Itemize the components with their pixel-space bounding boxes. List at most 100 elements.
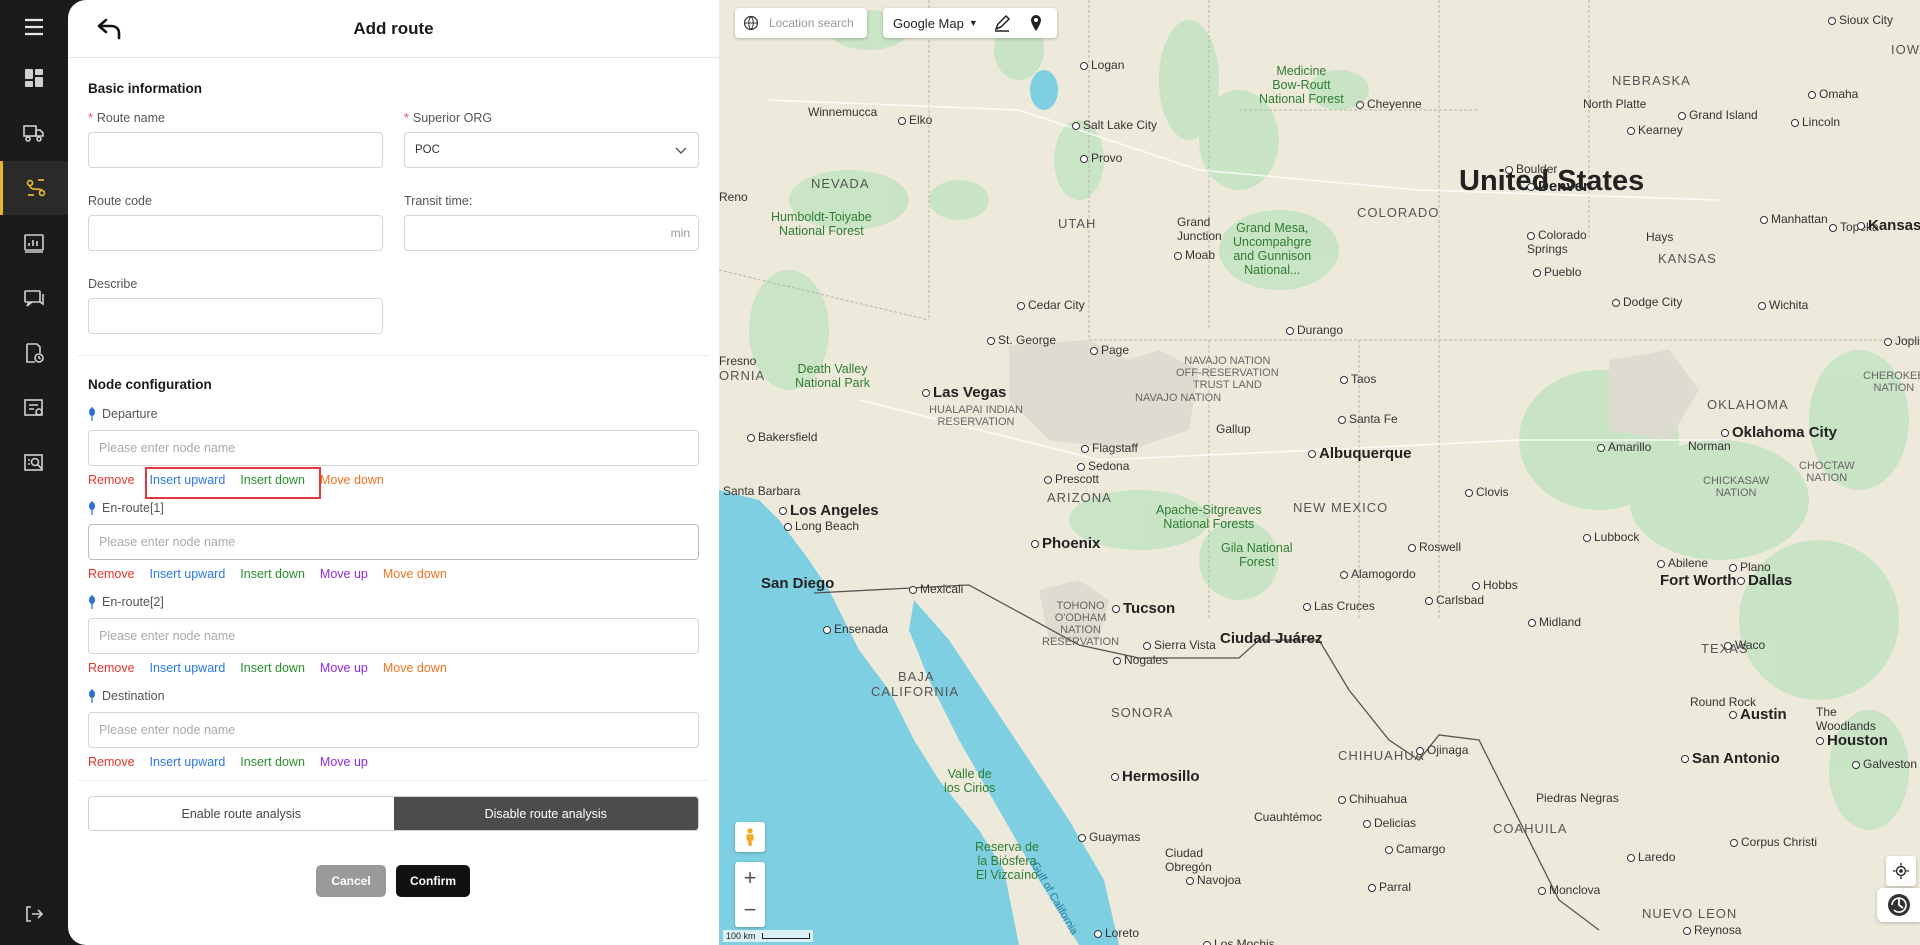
transit-time-input[interactable]: min — [404, 215, 699, 251]
map-label-town: Provo — [1080, 151, 1122, 165]
map-label-region: NAVAJO NATION — [1135, 392, 1222, 404]
map-label-town: Galveston — [1852, 757, 1917, 771]
remove-link[interactable]: Remove — [88, 755, 135, 769]
map-scale-text: 100 km — [726, 931, 756, 941]
node-name-input[interactable]: Please enter node name — [88, 524, 699, 560]
map-pin-icon[interactable] — [1026, 13, 1046, 33]
map-label-city: Tucson — [1112, 600, 1175, 617]
map-type-select[interactable]: Google Map — [893, 16, 964, 31]
map-label-town: Long Beach — [784, 519, 859, 533]
node-name-placeholder: Please enter node name — [99, 535, 236, 549]
map-label-town: Grand Island — [1678, 108, 1758, 122]
map-label-state: NEVADA — [811, 176, 870, 191]
map-label-town: Plano — [1729, 560, 1771, 574]
map-label-town: Taos — [1340, 372, 1376, 386]
remove-link[interactable]: Remove — [88, 567, 135, 581]
map-label-state: SONORA — [1111, 705, 1174, 720]
draw-pen-icon[interactable] — [992, 13, 1012, 33]
cancel-button[interactable]: Cancel — [316, 865, 386, 897]
insert-down-link[interactable]: Insert down — [240, 755, 305, 769]
analytics-icon[interactable] — [0, 381, 68, 435]
map-label-state: NEBRASKA — [1612, 73, 1691, 88]
report-icon[interactable] — [0, 216, 68, 270]
dashboard-icon[interactable] — [0, 51, 68, 105]
required-mark: * — [88, 111, 93, 125]
enable-route-analysis-button[interactable]: Enable route analysis — [89, 797, 394, 830]
map-label-town: Kansas C — [1857, 217, 1920, 234]
map-label-town: Delicias — [1363, 816, 1416, 830]
history-icon[interactable] — [1877, 888, 1920, 922]
route-code-input[interactable] — [88, 215, 383, 251]
map-label-region: CHOCTAW NATION — [1799, 460, 1855, 484]
map-label-region: CHICKASAW NATION — [1703, 475, 1770, 499]
map-label-town: Kearney — [1627, 123, 1683, 137]
insert-down-link[interactable]: Insert down — [240, 567, 305, 581]
insert-down-link[interactable]: Insert down — [240, 661, 305, 675]
map-label-town: Guaymas — [1078, 830, 1140, 844]
truck-icon[interactable] — [0, 106, 68, 160]
map-label-state: COLORADO — [1357, 205, 1440, 220]
map-label-state: NUEVO LEON — [1642, 906, 1738, 921]
map-view[interactable]: United States NEVADA UTAH COLORADO KANSA… — [719, 0, 1920, 945]
move-down-link[interactable]: Move down — [383, 661, 447, 675]
map-label-town: Cheyenne — [1356, 97, 1422, 111]
insert-upward-link[interactable]: Insert upward — [150, 755, 226, 769]
move-up-link[interactable]: Move up — [320, 755, 368, 769]
move-down-link[interactable]: Move down — [320, 473, 384, 487]
insert-upward-link[interactable]: Insert upward — [150, 567, 226, 581]
superior-org-select[interactable]: POC — [404, 132, 699, 168]
disable-route-analysis-button[interactable]: Disable route analysis — [393, 797, 698, 830]
location-search-input[interactable]: Location search — [735, 8, 867, 38]
map-label-city: Oklahoma City — [1721, 424, 1837, 441]
remove-link[interactable]: Remove — [88, 661, 135, 675]
map-label-park: Gila National Forest — [1221, 541, 1293, 569]
node-name-input[interactable]: Please enter node name — [88, 430, 699, 466]
zoom-in-button[interactable]: + — [735, 862, 765, 894]
caret-down-icon[interactable]: ▼ — [969, 18, 978, 28]
map-label-town: Cuauhtémoc — [1254, 810, 1323, 824]
map-label-town: Boulder — [1505, 162, 1557, 176]
map-label-town: Colorado Springs — [1527, 228, 1587, 256]
route-name-input[interactable] — [88, 132, 383, 168]
move-down-link[interactable]: Move down — [383, 567, 447, 581]
node-label-text: En-route[1] — [102, 501, 164, 515]
map-label-town: Lubbock — [1583, 530, 1639, 544]
zoom-out-button[interactable]: − — [735, 894, 765, 926]
describe-input[interactable] — [88, 298, 383, 334]
document-clock-icon[interactable] — [0, 326, 68, 380]
node-name-input[interactable]: Please enter node name — [88, 618, 699, 654]
menu-icon[interactable] — [0, 0, 68, 54]
map-label-park: Reserva de la Biósfera El Vizcaíno — [975, 840, 1039, 882]
logout-icon[interactable] — [0, 887, 68, 941]
map-label-town: Roswell — [1408, 540, 1461, 554]
locate-me-icon[interactable] — [1886, 856, 1916, 886]
map-label-state: CALIFORNIA — [871, 684, 960, 699]
map-label-state: IOWA — [1891, 42, 1920, 57]
route-analysis-toggle: Enable route analysis Disable route anal… — [88, 796, 699, 831]
map-label-park: Apache-Sitgreaves National Forests — [1156, 503, 1262, 531]
map-label-town: North Platte — [1583, 97, 1647, 111]
map-label-town: Ensenada — [823, 622, 888, 636]
insert-upward-link[interactable]: Insert upward — [150, 661, 226, 675]
map-label-town: Manhattan — [1760, 212, 1828, 226]
map-label-state: ORNIA — [719, 368, 766, 383]
map-label-town: Piedras Negras — [1536, 791, 1619, 805]
map-label-town: Camargo — [1385, 842, 1445, 856]
confirm-button[interactable]: Confirm — [396, 865, 470, 897]
map-label-town: Joplin — [1884, 334, 1920, 348]
node-actions: Remove Insert upward Insert down Move up — [88, 755, 368, 769]
move-up-link[interactable]: Move up — [320, 567, 368, 581]
move-up-link[interactable]: Move up — [320, 661, 368, 675]
map-label-town: Santa Fe — [1338, 412, 1398, 426]
map-label-park: Death Valley National Park — [795, 362, 871, 390]
message-icon[interactable] — [0, 271, 68, 325]
node-config-title: Node configuration — [88, 377, 212, 392]
map-label-town: Navojoa — [1186, 873, 1241, 887]
node-label-en-route-2: En-route[2] — [88, 595, 164, 609]
node-name-input[interactable]: Please enter node name — [88, 712, 699, 748]
route-icon[interactable] — [0, 161, 68, 215]
street-view-pegman-icon[interactable] — [735, 822, 765, 852]
remove-link[interactable]: Remove — [88, 473, 135, 487]
search-list-icon[interactable] — [0, 436, 68, 490]
divider — [78, 780, 709, 781]
